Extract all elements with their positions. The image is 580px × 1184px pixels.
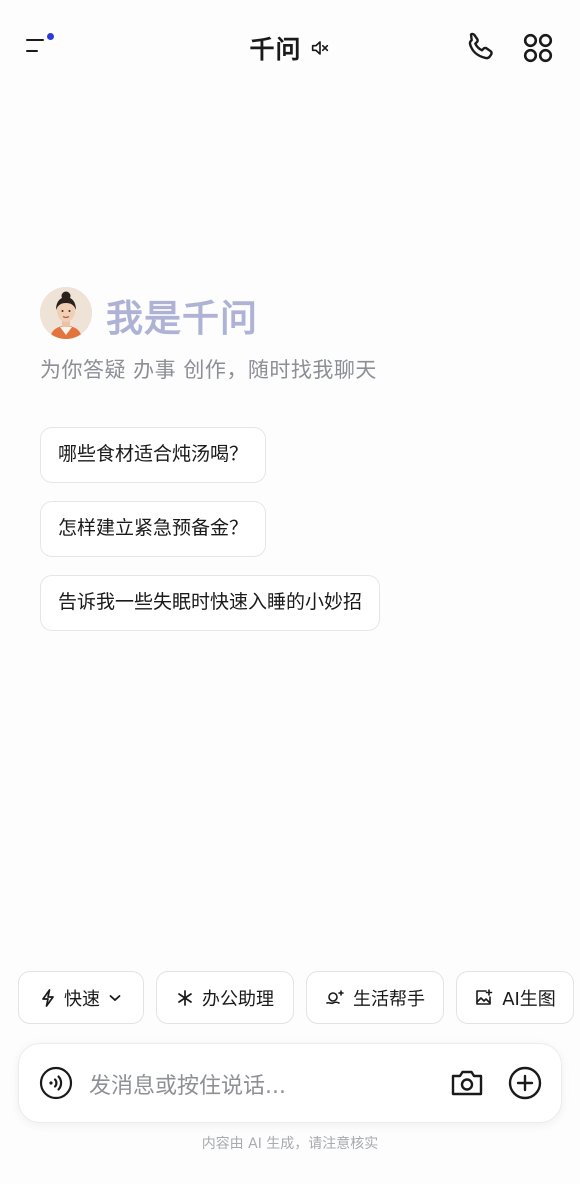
greeting-subtitle: 为你答疑 办事 创作，随时找我聊天 [40, 358, 377, 382]
mode-ai-image-chip[interactable]: AI生图 [456, 971, 574, 1024]
mode-quick-chip[interactable]: 快速 [18, 971, 144, 1024]
message-input[interactable]: 发消息或按住说话... [89, 1068, 286, 1100]
chevron-down-icon [109, 994, 121, 1001]
phone-icon[interactable] [464, 30, 500, 66]
camera-icon[interactable] [449, 1066, 485, 1100]
lightning-icon [42, 988, 54, 1007]
asterisk-icon [178, 989, 192, 1006]
chip-label: AI生图 [502, 988, 556, 1010]
chip-label: 办公助理 [202, 988, 274, 1010]
apps-grid-icon[interactable] [520, 30, 556, 66]
ai-disclaimer: 内容由 AI 生成，请注意核实 [201, 1136, 379, 1152]
mode-life-helper-chip[interactable]: 生活帮手 [306, 971, 444, 1024]
avatar [40, 287, 92, 339]
speaker-muted-icon[interactable] [309, 37, 331, 59]
mode-office-assistant-chip[interactable]: 办公助理 [156, 971, 294, 1024]
app-title: 千问 [249, 35, 302, 64]
voice-icon[interactable] [39, 1066, 73, 1100]
chip-label: 快速 [64, 988, 100, 1010]
chip-label: 生活帮手 [353, 988, 425, 1010]
chat-home-screen: 千问 我是千问 为你答疑 办事 创作，随时找我聊天 哪些食材适合炖汤喝？ 怎样建… [0, 0, 580, 1184]
plus-icon[interactable] [507, 1065, 543, 1101]
suggestion-chip[interactable]: 告诉我一些失眠时快速入睡的小妙招 [40, 575, 381, 631]
greeting-title: 我是千问 [106, 297, 258, 340]
image-sparkle-icon [476, 988, 493, 1005]
message-input-bar[interactable]: 发消息或按住说话... [18, 1043, 562, 1123]
top-bar: 千问 [0, 0, 580, 96]
life-helper-icon [326, 989, 344, 1004]
suggestion-chip[interactable]: 怎样建立紧急预备金？ [40, 501, 267, 557]
suggestion-chip[interactable]: 哪些食材适合炖汤喝？ [40, 427, 267, 483]
